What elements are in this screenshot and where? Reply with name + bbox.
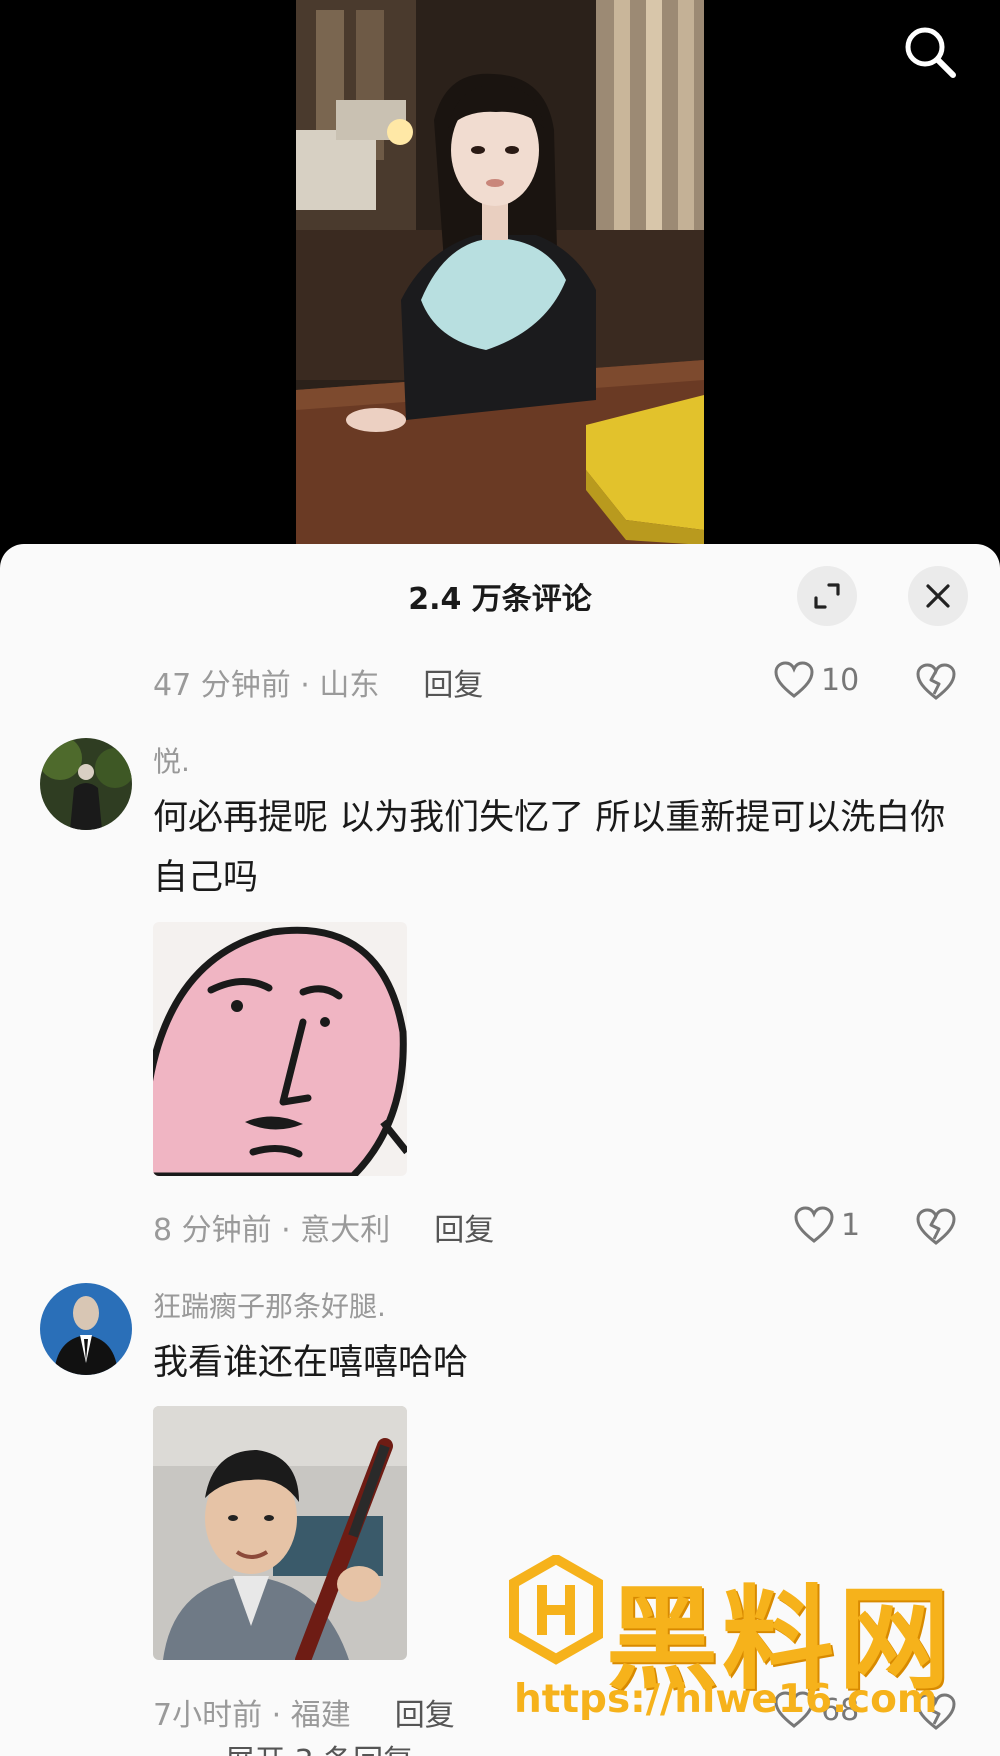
like-count: 10 [821,662,860,698]
man-holding-rifle-image [153,1406,407,1660]
meme-face-sticker-image [153,922,407,1176]
like-button[interactable]: 68 [773,1690,859,1730]
expand-replies-button[interactable]: 展开 3 条回复 ⌄ [225,1736,448,1756]
expand-button[interactable] [797,566,857,626]
dislike-button[interactable] [915,1692,957,1736]
broken-heart-icon [916,663,956,700]
user-avatar-image [40,738,132,830]
user-avatar-image [40,1283,132,1375]
comment-sheet: 2.4 万条评论 47 分钟前 · 山东 回复 10 悦. 何必再提呢 以为我们… [0,544,1000,1756]
dislike-button[interactable] [915,1207,957,1251]
reply-button[interactable]: 回复 [395,1690,455,1734]
heart-icon [774,661,814,698]
expand-icon [814,583,840,609]
comment-time-location: 47 分钟前 · 山东 [153,668,380,703]
like-button[interactable]: 1 [793,1205,860,1245]
comment-time-location: 7小时前 · 福建 [153,1698,351,1733]
broken-heart-icon [916,1208,956,1245]
avatar[interactable] [40,1283,132,1375]
comment-time-location: 8 分钟前 · 意大利 [153,1213,391,1248]
close-icon [926,584,950,608]
comment-image[interactable] [153,922,407,1176]
like-count: 68 [821,1692,860,1728]
comment-text: 我看谁还在嘻嘻哈哈 [153,1343,469,1383]
comment-text: 何必再提呢 以为我们失忆了 所以重新提可以洗白你自己吗 [153,798,946,898]
search-icon [905,27,956,78]
comment-image[interactable] [153,1406,407,1660]
broken-heart-icon [916,1693,956,1730]
close-button[interactable] [908,566,968,626]
app-root: 2.4 万条评论 47 分钟前 · 山东 回复 10 悦. 何必再提呢 以为我们… [0,0,1000,1756]
reply-button[interactable]: 回复 [423,660,483,704]
reply-button[interactable]: 回复 [434,1205,494,1249]
like-count: 1 [841,1207,861,1243]
like-button[interactable]: 10 [773,660,859,700]
comment-username[interactable]: 悦. [153,740,190,780]
video-still-image [296,0,704,545]
heart-icon [794,1206,834,1243]
search-button[interactable] [900,22,960,82]
dislike-button[interactable] [915,662,957,706]
avatar[interactable] [40,738,132,830]
comment-username[interactable]: 狂踹瘸子那条好腿. [153,1285,386,1325]
video-player[interactable] [0,0,1000,560]
heart-icon [774,1691,814,1728]
video-frame[interactable] [296,0,704,545]
